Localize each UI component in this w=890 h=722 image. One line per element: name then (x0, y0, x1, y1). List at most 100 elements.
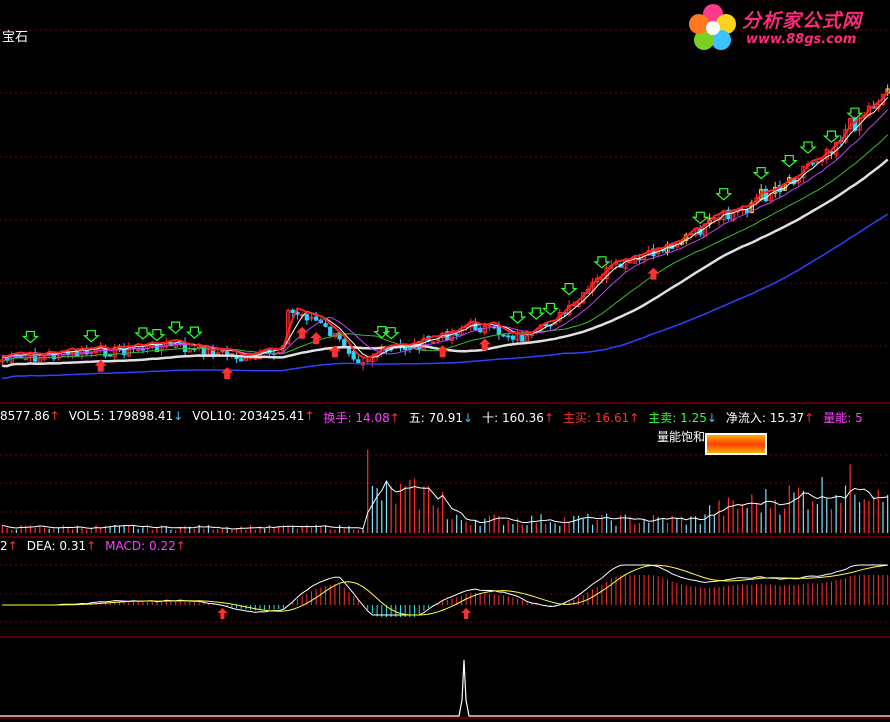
trend-arrow-icon: ↑ (175, 539, 186, 553)
macd-dif-line (2, 564, 888, 616)
candle-body (351, 350, 356, 360)
indicator-label: 五: (408, 411, 429, 425)
buy-signal-icon (527, 307, 545, 320)
indicator-value: 8577.86 (0, 409, 50, 423)
indicator-value: 0.31 (59, 539, 87, 553)
buy-signal-icon (799, 141, 817, 154)
ma-line-green (2, 134, 889, 361)
ma-line-purple (2, 109, 889, 359)
indicator-item: MACD: 0.22↑ (105, 539, 186, 553)
candle-body (304, 314, 309, 321)
site-logo: 分析家公式网 www.88gs.com (686, 2, 886, 54)
indicator-label: 十: (482, 411, 502, 425)
indicator-item: 2↑ (0, 539, 18, 553)
candle-body (220, 350, 225, 353)
indicator-label: 主卖: (648, 411, 681, 425)
buy-signal-icon (822, 130, 841, 143)
sell-signal-icon (217, 608, 228, 619)
ma-line-white (2, 158, 889, 368)
indicator-item: 净流入: 15.37↑ (726, 409, 814, 426)
buy-signal-icon (21, 330, 40, 344)
candle-body (314, 316, 319, 321)
indicator-item: 量能: 5 (823, 409, 863, 426)
trend-arrow-icon: ↑ (543, 411, 554, 425)
buy-signal-icon (134, 327, 152, 340)
trend-arrow-icon: ↑ (389, 411, 400, 425)
saturation-label: 量能饱和 (657, 430, 706, 444)
indicator-label: DEA: (26, 539, 60, 553)
indicator-item: 十: 160.36↑ (482, 409, 554, 426)
candle-body (290, 309, 295, 314)
candle-body (89, 352, 94, 355)
candle-body (637, 258, 642, 261)
volume-ma-line (2, 479, 888, 530)
indicator-value: 179898.41 (108, 409, 174, 423)
flower-logo-icon (689, 4, 736, 50)
candle-body (487, 324, 492, 327)
buy-signal-icon (541, 302, 560, 316)
buy-signal-icon (148, 329, 166, 342)
candle-body (328, 326, 333, 336)
trend-arrow-icon: ↑ (304, 409, 315, 423)
indicator-value: 0.22 (149, 539, 176, 553)
indicator-item: 换手: 14.08↑ (324, 409, 400, 426)
candle-body (506, 335, 511, 338)
indicator-item: 8577.86↑ (0, 409, 60, 423)
indicator-value: 203425.41 (239, 409, 305, 423)
trend-arrow-icon: ↑ (86, 539, 97, 553)
saturation-gauge (705, 433, 767, 455)
buy-signal-icon (752, 166, 770, 180)
indicator-label: 换手: (323, 411, 356, 425)
indicator-item: 主买: 16.61↑ (563, 409, 639, 426)
sell-signal-icon (461, 608, 472, 619)
indicator-value: 2 (0, 539, 8, 553)
indicator-item: VOL5: 179898.41↓ (69, 409, 184, 423)
indicator-item: 主卖: 1.25↓ (648, 409, 717, 426)
indicator-value: 16.61 (594, 411, 630, 425)
trend-arrow-icon: ↑ (7, 539, 18, 553)
candle-body (431, 341, 436, 344)
indicator-value: 14.08 (355, 411, 390, 425)
sell-signal-icon (436, 345, 449, 358)
trend-arrow-icon: ↑ (629, 411, 640, 425)
spike-line (0, 659, 890, 717)
buy-signal-icon (185, 326, 204, 339)
indicator-value: 1.25 (680, 411, 707, 425)
trend-arrow-icon: ↑ (49, 409, 60, 423)
ma-line-red (2, 91, 889, 359)
indicator-value: 15.37 (769, 411, 805, 425)
indicator-label: VOL5: (68, 409, 109, 423)
buy-signal-icon (167, 321, 185, 334)
logo-url: www.88gs.com (746, 32, 857, 47)
indicator-label: 净流入: (725, 411, 770, 425)
indicator-label: MACD: (105, 539, 149, 553)
sell-signal-icon (296, 326, 309, 339)
buy-signal-icon (82, 330, 100, 343)
ma-line-thin (2, 97, 889, 358)
candle-body (239, 358, 244, 362)
candle-body (501, 334, 506, 337)
indicator-value: 70.91 (428, 411, 464, 425)
candle-body (346, 347, 352, 354)
indicator-label: VOL10: (192, 409, 240, 423)
buy-signal-icon (780, 154, 798, 168)
candle-body (454, 333, 459, 336)
indicator-value: 5 (855, 411, 863, 425)
buy-signal-icon (691, 211, 709, 225)
logo-name: 分析家公式网 (742, 10, 863, 32)
indicator-item: VOL10: 203425.41↑ (192, 409, 314, 423)
indicator-label: 量能: (823, 411, 856, 425)
stock-chart (0, 29, 890, 719)
candle-body (510, 335, 516, 340)
buy-signal-icon (508, 311, 527, 324)
trend-arrow-icon: ↓ (173, 409, 184, 423)
buy-signal-icon (560, 283, 578, 296)
buy-signal-icon (715, 188, 733, 201)
top-label: 宝石 (2, 30, 29, 45)
macd-dea-line (2, 564, 888, 616)
indicator-label: 主买: (563, 411, 595, 425)
trend-arrow-icon: ↑ (804, 411, 815, 425)
candle-body (323, 323, 328, 327)
candle-body (627, 261, 633, 264)
indicator-item: 五: 70.91↓ (409, 409, 473, 426)
